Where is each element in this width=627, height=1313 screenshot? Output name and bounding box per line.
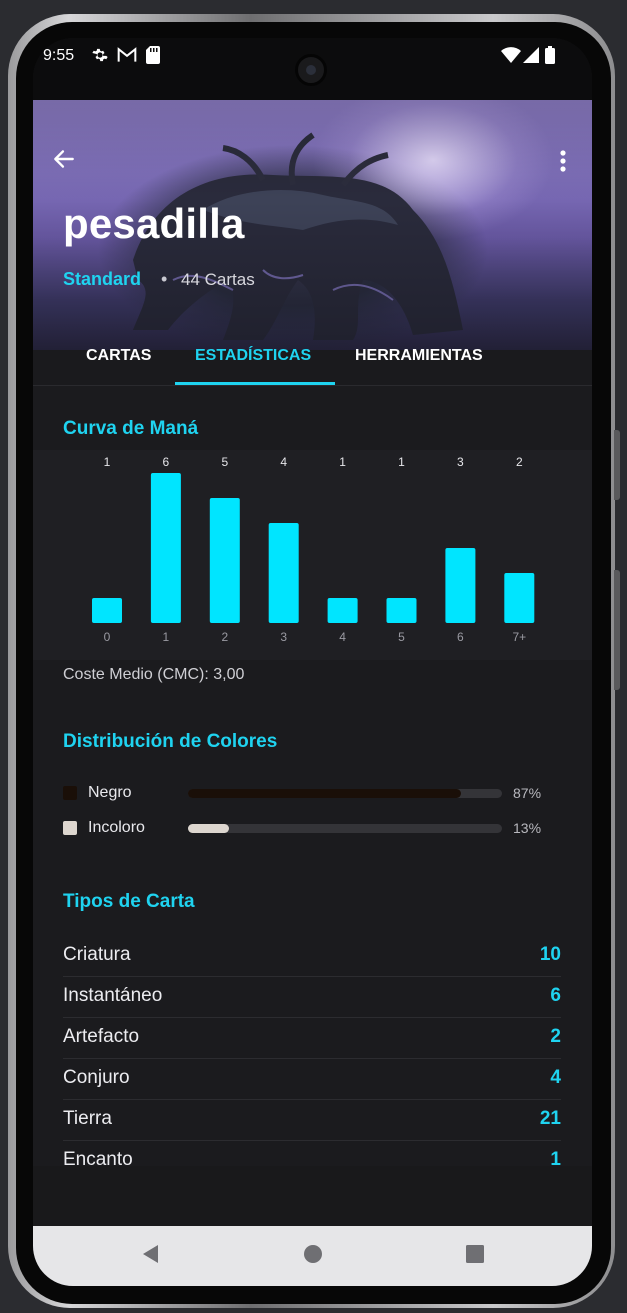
color-bar-fill (188, 824, 229, 833)
color-swatch (63, 821, 77, 835)
gmail-icon (117, 47, 137, 62)
type-name: Instantáneo (63, 985, 163, 1006)
type-name: Encanto (63, 1149, 133, 1166)
bottom-spacer (33, 1166, 592, 1226)
type-count: 21 (539, 1108, 561, 1129)
bar-value-label: 1 (339, 455, 346, 469)
signal-icon (523, 47, 539, 63)
mana-bar-3 (268, 523, 299, 623)
color-bar-track (188, 789, 502, 798)
category-label: 2 (221, 630, 228, 644)
battery-icon (545, 46, 555, 64)
color-percent: 87% (513, 785, 542, 801)
sd-card-icon (146, 46, 160, 64)
color-bar-fill (188, 789, 462, 798)
mana-bar-2 (209, 498, 240, 623)
bar-value-label: 2 (516, 455, 523, 469)
volume-button (614, 430, 620, 500)
mana-bar-1 (150, 473, 181, 623)
color-swatch (63, 786, 77, 800)
nav-back-icon[interactable] (141, 1244, 161, 1264)
system-nav-bar (33, 1226, 592, 1286)
tab-bar: CARTAS ESTADÍSTICAS HERRAMIENTAS (33, 348, 592, 386)
status-time: 9:55 (43, 47, 75, 64)
type-row: Instantáneo 6 (63, 977, 561, 1018)
mana-curve-title: Curva de Maná (63, 418, 199, 439)
type-row: Criatura 10 (63, 936, 561, 977)
status-bar: 9:55 (33, 38, 592, 100)
type-name: Criatura (63, 944, 131, 965)
nav-recents-icon[interactable] (465, 1244, 485, 1264)
bar-value-label: 4 (280, 455, 287, 469)
card-types-title: Tipos de Carta (63, 891, 195, 912)
average-cmc: Coste Medio (CMC): 3,00 (63, 666, 245, 683)
mana-bar-5 (386, 598, 417, 623)
mana-curve-chart: 1 0 6 1 5 2 4 3 1 4 1 5 3 6 2 7+ (33, 450, 592, 660)
category-label: 6 (457, 630, 464, 644)
type-count: 6 (550, 985, 561, 1006)
deck-header: pesadilla Standard • 44 Cartas (33, 100, 592, 350)
color-row-negro: Negro 87% (63, 784, 563, 804)
type-name: Tierra (63, 1108, 112, 1129)
header-separator: • (161, 269, 168, 289)
front-camera (295, 54, 327, 86)
category-label: 1 (163, 630, 170, 644)
gear-icon (92, 48, 108, 62)
type-row: Artefacto 2 (63, 1018, 561, 1059)
type-row: Conjuro 4 (63, 1059, 561, 1100)
category-label: 3 (280, 630, 287, 644)
color-name: Negro (88, 784, 132, 801)
type-name: Conjuro (63, 1067, 130, 1088)
deck-format: Standard (63, 269, 142, 289)
more-options-icon[interactable] (553, 148, 573, 174)
type-count: 10 (539, 944, 561, 965)
type-count: 4 (550, 1067, 561, 1088)
power-button (614, 570, 620, 690)
tab-indicator (175, 382, 335, 385)
bar-value-label: 6 (163, 455, 170, 469)
mana-bar-4 (327, 598, 358, 623)
bar-value-label: 3 (457, 455, 464, 469)
color-row-incoloro: Incoloro 13% (63, 819, 563, 839)
color-percent: 13% (513, 820, 542, 836)
type-count: 1 (550, 1149, 561, 1166)
back-arrow-icon[interactable] (51, 146, 77, 172)
colors-title: Distribución de Colores (63, 731, 278, 752)
tab-estadisticas[interactable]: ESTADÍSTICAS (195, 348, 311, 386)
color-name: Incoloro (88, 819, 145, 836)
category-label: 4 (339, 630, 346, 644)
type-name: Artefacto (63, 1026, 140, 1047)
type-row: Tierra 21 (63, 1100, 561, 1141)
deck-title: pesadilla (63, 200, 245, 247)
category-label: 5 (398, 630, 405, 644)
screen: 9:55 pesadilla Standard • 44 Cartas CART… (33, 38, 592, 1286)
color-bar-track (188, 824, 502, 833)
nav-home-icon[interactable] (303, 1244, 323, 1264)
mana-bar-6 (445, 548, 476, 623)
category-label: 0 (104, 630, 111, 644)
tab-herramientas[interactable]: HERRAMIENTAS (355, 348, 483, 386)
bar-value-label: 1 (104, 455, 111, 469)
type-row: Encanto 1 (63, 1141, 561, 1166)
category-label: 7+ (512, 630, 526, 644)
mana-curve-svg: 1 0 6 1 5 2 4 3 1 4 1 5 3 6 2 7+ (92, 455, 535, 644)
bar-value-label: 5 (221, 455, 228, 469)
deck-card-count: 44 Cartas (181, 270, 255, 289)
mana-bar-7+ (504, 573, 535, 623)
wifi-icon (501, 47, 521, 63)
mana-bar-0 (92, 598, 122, 623)
bar-value-label: 1 (398, 455, 405, 469)
type-count: 2 (550, 1026, 561, 1047)
stats-content: Curva de Maná 1 0 6 1 5 2 4 3 1 4 1 5 3 6 2 7+ Coste Me… (33, 386, 592, 1166)
tab-cartas[interactable]: CARTAS (86, 348, 151, 386)
